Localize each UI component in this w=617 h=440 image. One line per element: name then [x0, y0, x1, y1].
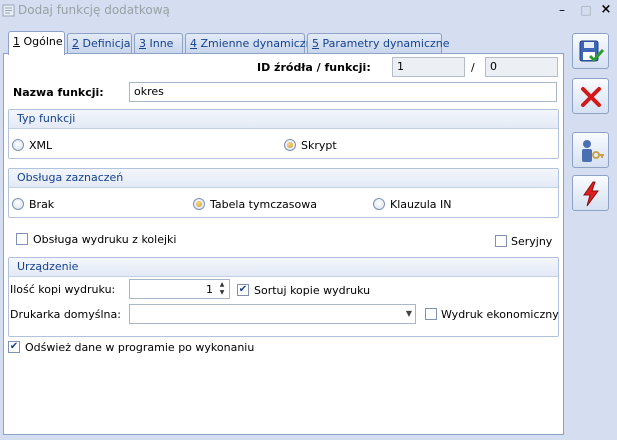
tab-label: Inne — [146, 37, 174, 50]
spin-down-icon[interactable]: ▼ — [217, 289, 227, 297]
radio-tabela-tymczasowa-label: Tabela tymczasowa — [210, 198, 317, 211]
id-source-field: 1 — [392, 57, 465, 77]
serial-checkbox[interactable] — [495, 235, 507, 247]
group-title: Typ funkcji — [9, 110, 558, 129]
tab-label: Definicja — [79, 37, 131, 50]
tab-label: Parametry dynamiczne — [319, 37, 450, 50]
tab-label: Zmienne dynamiczne — [197, 37, 320, 50]
refresh-checkbox[interactable]: ✔ — [8, 341, 20, 353]
general-tab-panel: ID źródła / funkcji: 1 / 0 Nazwa funkcji… — [3, 53, 564, 435]
id-separator: / — [471, 61, 475, 74]
radio-skrypt[interactable] — [284, 139, 296, 151]
execute-button[interactable] — [572, 175, 609, 211]
window-title: Dodaj funkcję dodatkową — [18, 3, 170, 17]
function-name-input[interactable]: okres — [129, 82, 557, 102]
tab-zmienne-dynamiczne[interactable]: 4 Zmienne dynamiczne — [185, 33, 319, 54]
id-function-field: 0 — [485, 57, 558, 77]
app-icon — [2, 4, 15, 17]
user-permissions-button[interactable] — [572, 132, 609, 168]
save-icon — [579, 40, 605, 63]
close-button[interactable]: × — [597, 1, 615, 19]
radio-klauzula-in[interactable] — [373, 198, 385, 210]
selection-handling-group: Obsługa zaznaczeń Brak Tabela tymczasowa… — [8, 168, 559, 218]
id-label: ID źródła / funkcji: — [257, 61, 371, 74]
refresh-label: Odśwież dane w programie po wykonaniu — [25, 341, 255, 354]
minimize-button[interactable]: – — [553, 1, 571, 19]
tab-hotkey: 4 — [190, 37, 197, 50]
group-title: Obsługa zaznaczeń — [9, 169, 558, 188]
print-queue-checkbox[interactable] — [16, 233, 28, 245]
tab-ogolne[interactable]: 1 Ogólne — [8, 31, 65, 55]
tab-hotkey: 5 — [312, 37, 319, 50]
name-label: Nazwa funkcji: — [13, 86, 104, 99]
radio-brak[interactable] — [12, 198, 24, 210]
title-bar: Dodaj funkcję dodatkową – □ × — [0, 0, 617, 28]
eco-print-checkbox[interactable] — [425, 308, 437, 320]
eco-print-label: Wydruk ekonomiczny — [441, 308, 559, 321]
radio-klauzula-in-label: Klauzula IN — [390, 198, 452, 211]
sort-copies-checkbox[interactable]: ✔ — [237, 284, 249, 296]
print-queue-label: Obsługa wydruku z kolejki — [33, 233, 177, 246]
group-title: Urządzenie — [9, 258, 558, 277]
maximize-button[interactable]: □ — [577, 1, 595, 19]
tab-hotkey: 1 — [13, 35, 20, 48]
tab-hotkey: 3 — [139, 37, 146, 50]
radio-xml-label: XML — [29, 139, 53, 152]
tab-label: Ogólne — [20, 35, 63, 48]
device-group: Urządzenie — [8, 257, 559, 337]
copies-label: Ilość kopi wydruku: — [10, 283, 116, 296]
dialog-window: Dodaj funkcję dodatkową – □ × 1 Ogólne 2… — [0, 0, 617, 440]
tab-parametry-dynamiczne[interactable]: 5 Parametry dynamiczne — [307, 33, 450, 54]
tab-inne[interactable]: 3 Inne — [134, 33, 183, 54]
chevron-down-icon[interactable]: ▼ — [406, 306, 412, 322]
cancel-button[interactable] — [572, 78, 609, 114]
spin-up-icon[interactable]: ▲ — [217, 281, 227, 289]
tab-hotkey: 2 — [72, 37, 79, 50]
lightning-icon — [583, 181, 599, 207]
save-button[interactable] — [572, 33, 609, 69]
user-key-icon — [582, 140, 604, 162]
cancel-icon — [581, 87, 601, 107]
serial-label: Seryjny — [511, 235, 553, 248]
tab-definicja[interactable]: 2 Definicja — [67, 33, 132, 54]
sort-copies-label: Sortuj kopie wydruku — [254, 284, 371, 297]
radio-skrypt-label: Skrypt — [301, 139, 337, 152]
function-type-group: Typ funkcji XML Skrypt — [8, 109, 559, 159]
default-printer-label: Drukarka domyślna: — [10, 308, 121, 321]
radio-brak-label: Brak — [29, 198, 55, 211]
radio-tabela-tymczasowa[interactable] — [193, 198, 205, 210]
copies-value: 1 — [206, 283, 213, 296]
radio-xml[interactable] — [12, 139, 24, 151]
default-printer-select[interactable]: ▼ — [129, 304, 416, 324]
copies-spinner[interactable]: 1 ▲ ▼ — [129, 279, 230, 299]
